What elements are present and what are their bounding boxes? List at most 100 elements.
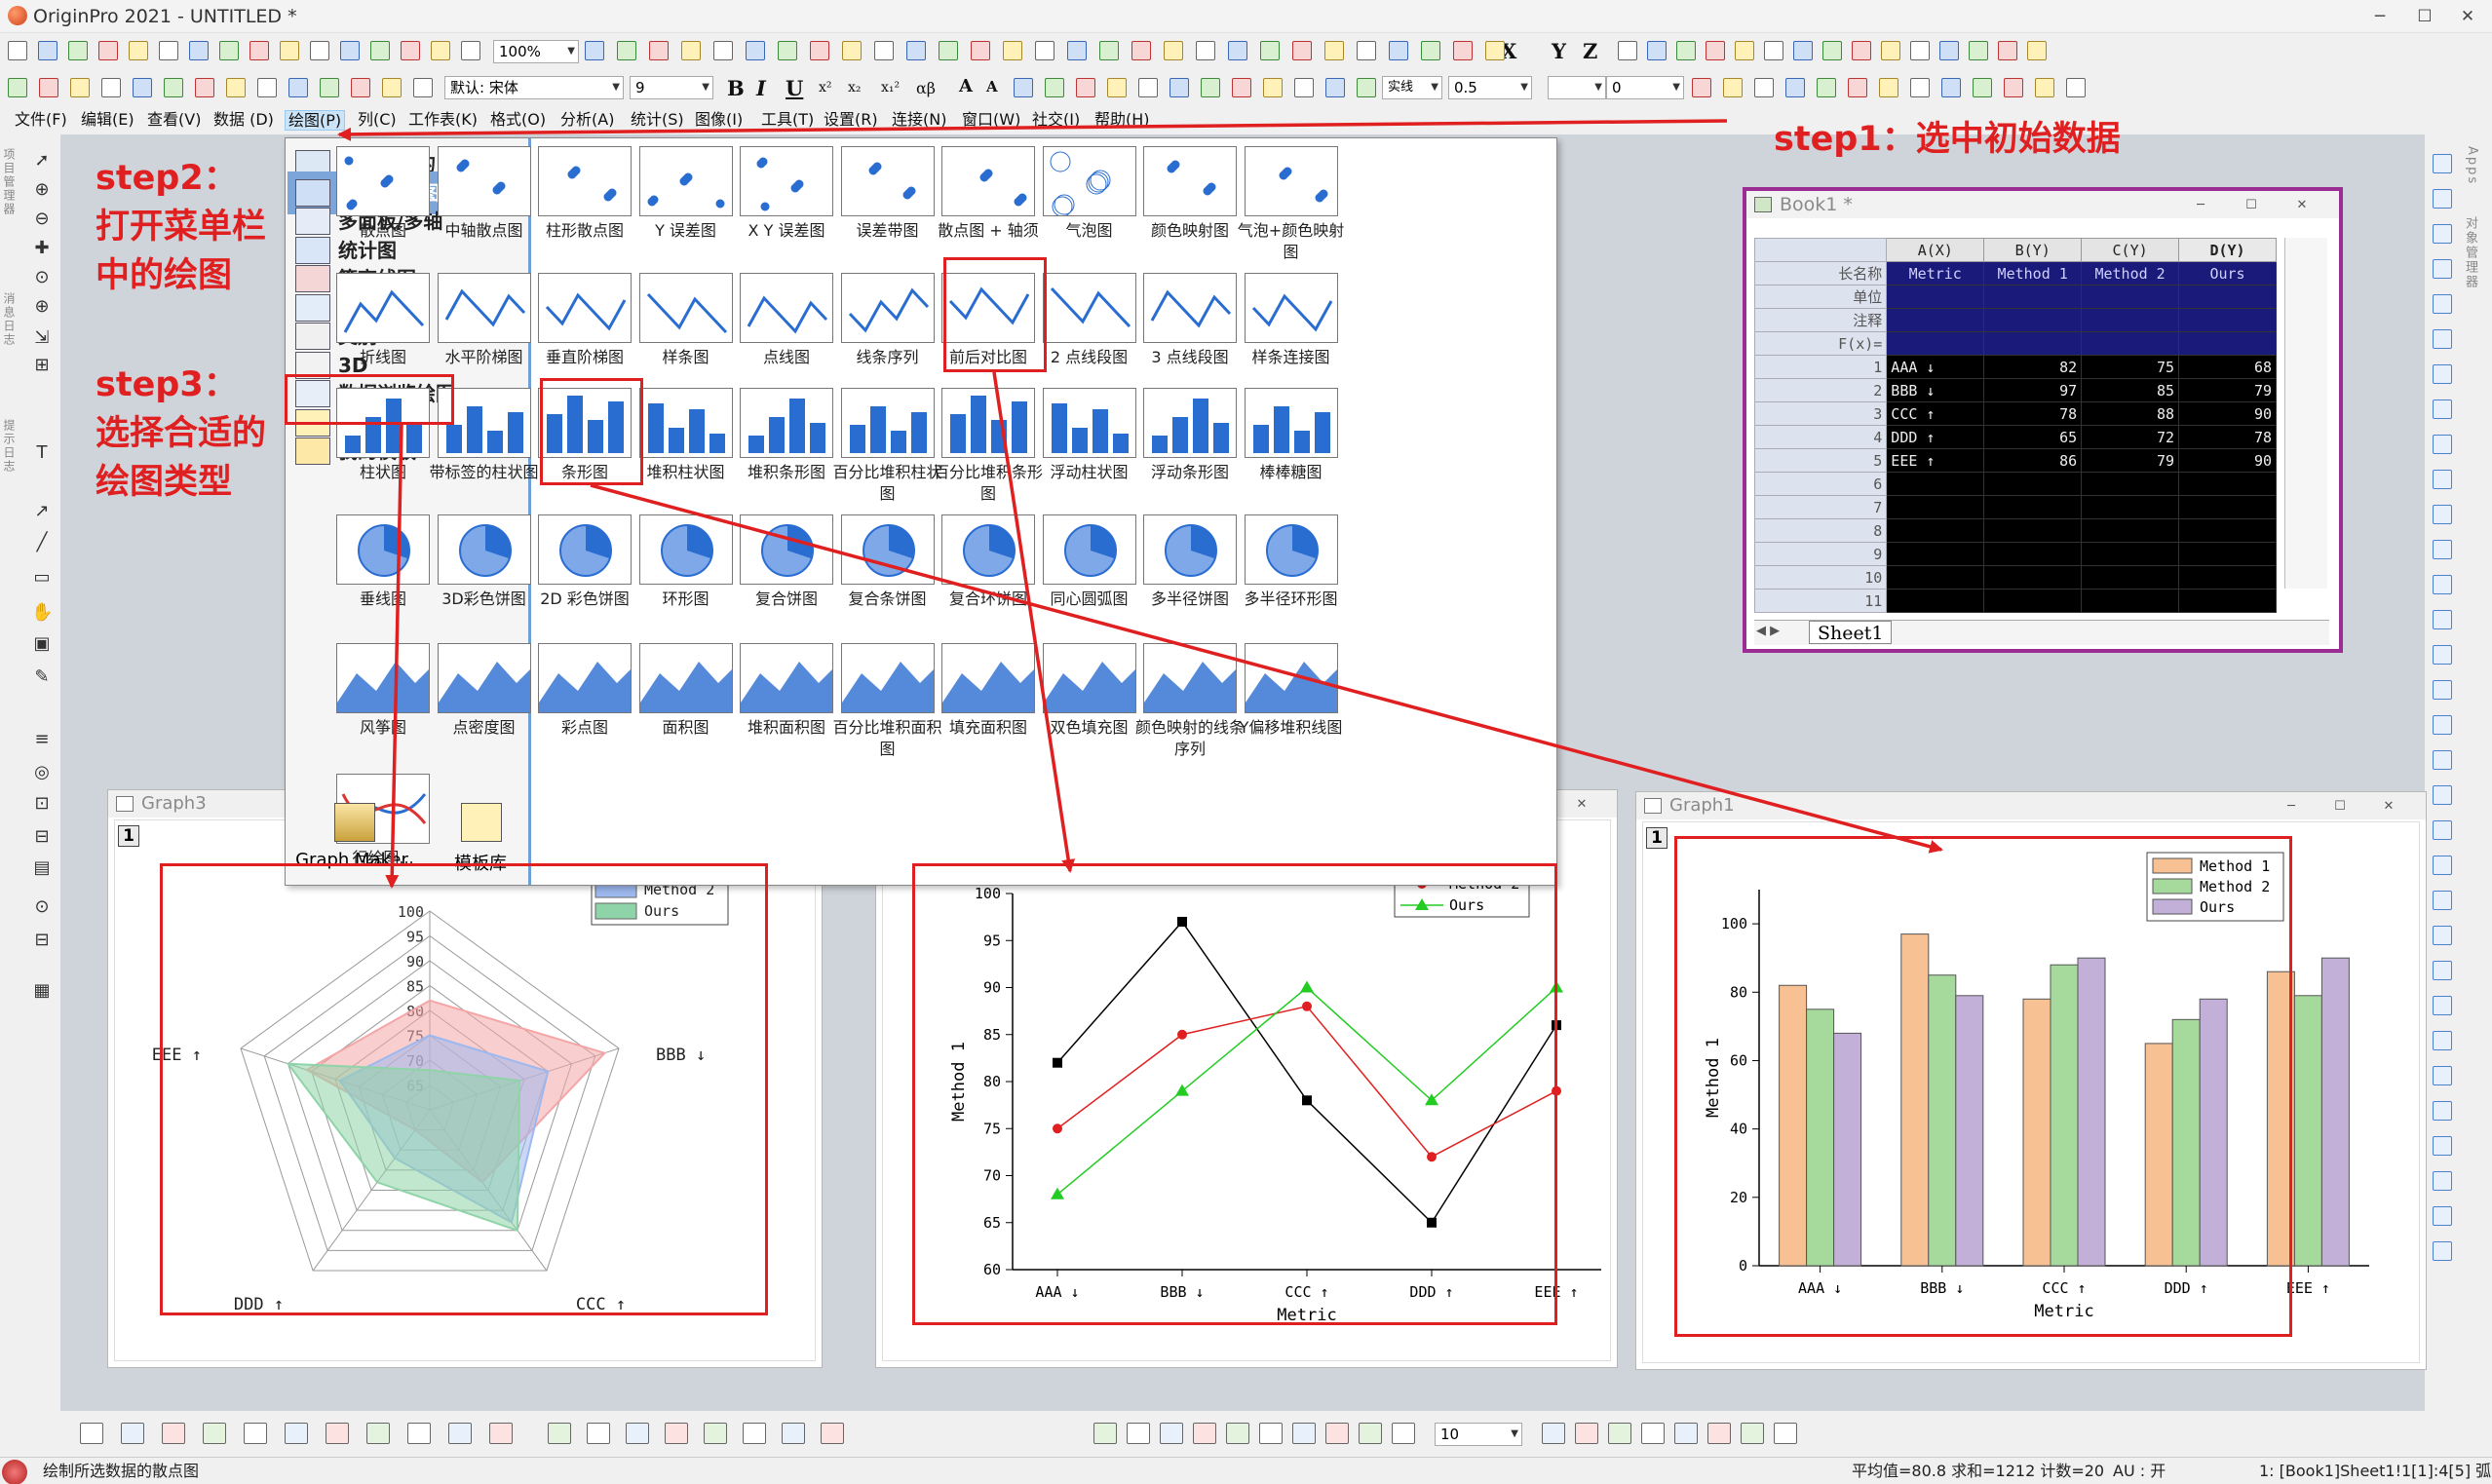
bottom-tool-icon[interactable] [665, 1423, 688, 1444]
y-axis-icon[interactable]: Y [1552, 39, 1566, 63]
data-cell[interactable]: 79 [2081, 448, 2180, 473]
data-cell[interactable] [1886, 589, 1985, 613]
data-cell[interactable]: 78 [1983, 401, 2083, 426]
bottom-tool-icon[interactable] [366, 1423, 390, 1444]
bottom-tool-icon[interactable] [448, 1423, 472, 1444]
tool-icon[interactable]: ▭ [31, 567, 53, 589]
bottom-tool-icon[interactable] [1774, 1423, 1797, 1444]
object-manager-tab[interactable]: 对象管理器 [2462, 216, 2479, 323]
right-tool-icon[interactable] [2433, 575, 2452, 594]
menu-item[interactable]: 文件(F) [12, 110, 70, 131]
header-cell[interactable]: Metric [1886, 261, 1985, 285]
bottom-tool-icon[interactable] [162, 1423, 185, 1444]
toolbar-button-icon[interactable] [1138, 78, 1158, 97]
plot-type-tile[interactable]: 复合环饼图 [938, 511, 1039, 641]
toolbar-button-icon[interactable] [1014, 78, 1033, 97]
tool-icon[interactable]: ▤ [31, 857, 53, 879]
tool-icon[interactable]: ⊟ [31, 826, 53, 848]
bottom-tool-icon[interactable] [1093, 1423, 1117, 1444]
row-number[interactable]: 5 [1753, 448, 1888, 473]
plot-type-tile[interactable]: 堆积条形图 [736, 384, 837, 514]
line-width-select[interactable]: 0.5 ▼ [1448, 76, 1532, 99]
menu-item[interactable]: 工具(T) [758, 110, 817, 131]
tool-icon[interactable]: ╱ [31, 532, 53, 553]
row-number[interactable]: 6 [1753, 472, 1888, 496]
tool-icon[interactable]: ⊕ [31, 296, 53, 318]
toolbar-button-icon[interactable] [939, 41, 958, 60]
toolbar-button-icon[interactable] [340, 41, 360, 60]
toolbar-button-icon[interactable] [1232, 78, 1251, 97]
increase-font-button[interactable]: A [959, 76, 973, 96]
row-number[interactable]: 10 [1753, 565, 1888, 590]
toolbar-button-icon[interactable] [1003, 41, 1022, 60]
plot-type-tile[interactable]: 多半径环形图 [1241, 511, 1342, 641]
right-tool-icon[interactable] [2433, 400, 2452, 419]
tool-icon[interactable]: ◎ [31, 762, 53, 783]
header-cell[interactable] [1983, 285, 2083, 309]
plot-type-tile[interactable]: 浮动柱状图 [1039, 384, 1140, 514]
data-cell[interactable]: 79 [2178, 378, 2277, 402]
data-cell[interactable] [2081, 565, 2180, 590]
toolbar-button-icon[interactable] [249, 41, 269, 60]
prev-sheet-icon[interactable]: ◀ ▶ [1756, 624, 1780, 638]
data-cell[interactable]: DDD ↑ [1886, 425, 1985, 449]
toolbar-button-icon[interactable] [1647, 41, 1667, 60]
book1-minimize-button[interactable]: ─ [2183, 196, 2218, 215]
toolbar-button-icon[interactable] [1676, 41, 1696, 60]
right-tool-icon[interactable] [2433, 1241, 2452, 1261]
plot-type-tile[interactable]: 环形图 [635, 511, 737, 641]
bottom-tool-icon[interactable] [1160, 1423, 1183, 1444]
toolbar-button-icon[interactable] [874, 41, 894, 60]
toolbar-button-icon[interactable] [1421, 41, 1440, 60]
toolbar-button-icon[interactable] [38, 41, 58, 60]
bottom-tool-icon[interactable] [1608, 1423, 1631, 1444]
toolbar-button-icon[interactable] [1969, 41, 1988, 60]
header-cell[interactable] [1886, 285, 1985, 309]
bottom-tool-icon[interactable] [1325, 1423, 1349, 1444]
right-tool-icon[interactable] [2433, 329, 2452, 349]
bottom-tool-icon[interactable] [1292, 1423, 1316, 1444]
right-tool-icon[interactable] [2433, 996, 2452, 1015]
menu-item[interactable]: 连接(N) [889, 110, 949, 131]
toolbar-button-icon[interactable] [189, 41, 209, 60]
tool-icon[interactable]: ≡ [31, 729, 53, 750]
tool-icon[interactable]: ⊕ [31, 179, 53, 201]
plot-type-tile[interactable]: 堆积柱状图 [635, 384, 737, 514]
bottom-tool-icon[interactable] [1193, 1423, 1216, 1444]
toolbar-button-icon[interactable] [1453, 41, 1473, 60]
plot-type-tile[interactable]: Y 误差图 [635, 142, 737, 273]
tool-icon[interactable]: ⊙ [31, 267, 53, 288]
row-number[interactable]: 4 [1753, 425, 1888, 449]
data-cell[interactable] [2178, 542, 2277, 566]
toolbar-button-icon[interactable] [1998, 41, 2017, 60]
toolbar-button-icon[interactable] [1939, 41, 1959, 60]
data-cell[interactable]: 82 [1983, 355, 2083, 379]
toolbar-button-icon[interactable] [1848, 78, 1867, 97]
plot-type-tile[interactable]: Y偏移堆积线图 [1240, 639, 1342, 770]
menu-item[interactable]: 数据 (D) [211, 110, 277, 131]
header-cell[interactable] [1886, 308, 1985, 332]
data-cell[interactable] [1983, 565, 2083, 590]
corner-cell[interactable] [1753, 238, 1888, 262]
apps-panel-tab[interactable]: Apps [2462, 146, 2479, 185]
toolbar-button-icon[interactable] [842, 41, 862, 60]
column-header[interactable]: C(Y) [2081, 238, 2180, 262]
plot-type-tile[interactable]: 同心圆弧图 [1039, 511, 1140, 641]
tool-icon[interactable]: ⇲ [31, 327, 53, 349]
data-cell[interactable]: 90 [2178, 448, 2277, 473]
toolbar-button-icon[interactable] [1076, 78, 1095, 97]
book1-maximize-button[interactable]: ☐ [2234, 196, 2269, 215]
data-cell[interactable]: 86 [1983, 448, 2083, 473]
tool-icon[interactable]: ➚ [31, 150, 53, 171]
tool-icon[interactable]: ✚ [31, 238, 53, 259]
data-cell[interactable] [2178, 518, 2277, 543]
bottom-tool-icon[interactable] [821, 1423, 844, 1444]
toolbar-button-icon[interactable] [1035, 41, 1054, 60]
bottom-tool-icon[interactable] [1259, 1423, 1283, 1444]
data-cell[interactable] [2081, 495, 2180, 519]
toolbar-button-icon[interactable] [1201, 78, 1220, 97]
menu-item[interactable]: 编辑(E) [78, 110, 137, 131]
bottom-tool-icon[interactable] [1575, 1423, 1598, 1444]
toolbar-button-icon[interactable] [1764, 41, 1783, 60]
right-tool-icon[interactable] [2433, 715, 2452, 735]
